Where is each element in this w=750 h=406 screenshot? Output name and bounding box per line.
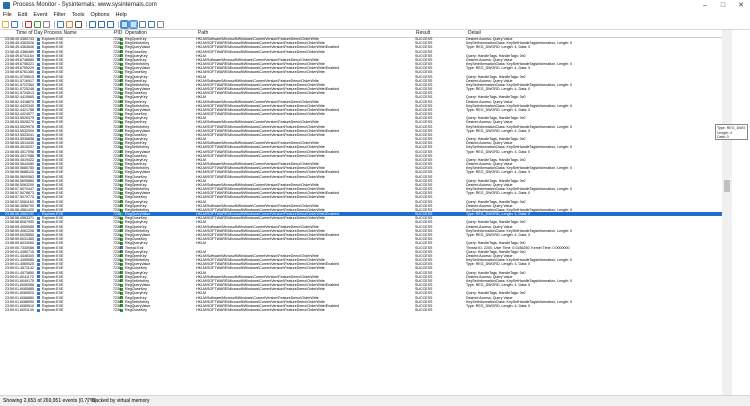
table-row[interactable]: 23:59:01.6091130 Explorer.EXE 7236 RegClose… [0, 308, 722, 312]
vertical-scrollbar[interactable] [722, 30, 732, 395]
column-time[interactable]: Time of Day [16, 30, 43, 37]
process-monitor-app-icon [3, 2, 10, 9]
profiling-icon[interactable] [157, 21, 164, 28]
process-icon[interactable] [148, 21, 155, 28]
close-button[interactable]: ✕ [732, 0, 750, 11]
event-list[interactable]: 23:58:49.4360743 Explorer.EXE 7236 RegOpenK… [0, 37, 722, 395]
toolbar-separator [22, 21, 23, 28]
column-path[interactable]: Path [198, 30, 208, 37]
find-icon[interactable] [98, 21, 105, 28]
menu-bar: File Edit Event Filter Tools Options Help [0, 11, 750, 20]
menu-options[interactable]: Options [88, 11, 113, 20]
column-detail[interactable]: Detail [468, 30, 481, 37]
status-bar: Showing 2,653 of 269,951 events (0.77%) … [0, 395, 750, 406]
tooltip-line: Type: REG_DWO [717, 126, 746, 130]
cell-proc: Explorer.EXE [42, 308, 64, 313]
target-icon[interactable] [75, 21, 82, 28]
save-icon[interactable] [11, 21, 18, 28]
column-pid[interactable]: PID [114, 30, 122, 37]
menu-edit[interactable]: Edit [15, 11, 30, 20]
column-process[interactable]: Process Name [44, 30, 77, 37]
menu-tools[interactable]: Tools [69, 11, 88, 20]
detail-tooltip: Type: REG_DWO Length: 4 Data: 0 [715, 124, 748, 140]
toolbar-separator [86, 21, 87, 28]
cell-result: SUCCESS [415, 308, 433, 313]
menu-help[interactable]: Help [112, 11, 129, 20]
column-operation[interactable]: Operation [125, 30, 147, 37]
jump-icon[interactable] [107, 21, 114, 28]
toolbar-separator [118, 21, 119, 28]
toolbar-separator [54, 21, 55, 28]
menu-filter[interactable]: Filter [50, 11, 68, 20]
cell-path: HKLM\SOFTWARE\Microsoft\Windows\CurrentV… [196, 308, 325, 313]
menu-file[interactable]: File [0, 11, 15, 20]
minimize-button[interactable]: – [696, 0, 714, 11]
window-title: Process Monitor - Sysinternals: www.sysi… [13, 2, 157, 8]
scrollbar-thumb[interactable] [724, 180, 730, 192]
menu-event[interactable]: Event [30, 11, 50, 20]
toolbar [0, 20, 750, 30]
network-icon[interactable] [139, 21, 146, 28]
column-result[interactable]: Result [416, 30, 430, 37]
tooltip-line: Data: 0 [717, 135, 729, 140]
clear-icon[interactable] [43, 21, 50, 28]
cell-time: 23:59:01.6091130 [5, 308, 34, 313]
open-icon[interactable] [2, 21, 9, 28]
registry-icon[interactable] [120, 20, 129, 29]
maximize-button[interactable]: □ [714, 0, 732, 11]
cell-pid: 7236 [113, 308, 121, 313]
highlight-icon[interactable] [66, 21, 73, 28]
filesystem-icon[interactable] [129, 20, 138, 29]
tree-icon[interactable] [89, 21, 96, 28]
window-controls: – □ ✕ [696, 0, 750, 11]
autoscroll-icon[interactable] [34, 21, 41, 28]
cell-op: RegCloseKey [125, 308, 147, 313]
status-divider [87, 398, 88, 404]
capture-icon[interactable] [25, 21, 32, 28]
filter-icon[interactable] [57, 21, 64, 28]
